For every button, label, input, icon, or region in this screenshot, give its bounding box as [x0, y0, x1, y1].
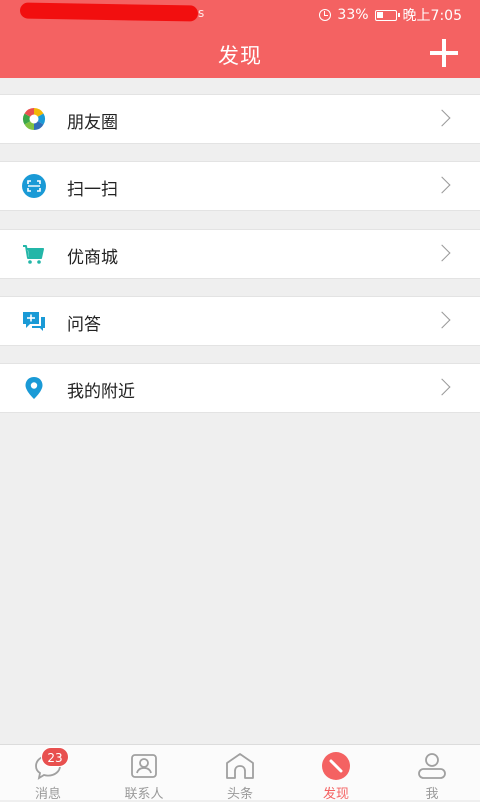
carrier-redaction — [19, 2, 199, 22]
alarm-icon — [319, 9, 332, 21]
scan-icon — [22, 174, 46, 198]
menu-item-label: 扫一扫 — [67, 180, 118, 200]
discover-icon — [322, 752, 350, 780]
chevron-right-icon — [433, 311, 451, 329]
tab-headlines[interactable]: 头条 — [192, 745, 288, 802]
battery-percent: 33% — [337, 7, 369, 23]
unread-badge: 23 — [41, 747, 69, 767]
tab-discover[interactable]: 发现 — [288, 745, 384, 802]
chevron-right-icon — [433, 109, 451, 127]
battery-icon — [374, 9, 400, 21]
menu-item-nearby[interactable]: 我的附近 — [0, 363, 480, 413]
tab-messages[interactable]: 23 消息 — [0, 745, 96, 802]
carrier-name: s — [198, 6, 205, 20]
tab-profile[interactable]: 我 — [384, 745, 480, 802]
add-button[interactable] — [430, 39, 458, 67]
chevron-right-icon — [433, 244, 451, 262]
profile-icon — [418, 753, 446, 779]
bottom-tab-bar: 23 消息 联系人 头条 发现 我 — [0, 744, 480, 802]
tab-contacts[interactable]: 联系人 — [96, 745, 192, 802]
moments-icon — [23, 108, 45, 130]
tab-label: 联系人 — [124, 787, 164, 802]
menu-item-moments[interactable]: 朋友圈 — [0, 94, 480, 144]
tab-label: 消息 — [34, 787, 61, 802]
tab-label: 我 — [425, 787, 439, 802]
menu-item-qa[interactable]: 问答 — [0, 296, 480, 346]
app-header: 发现 — [0, 28, 480, 78]
menu-item-label: 我的附近 — [67, 382, 135, 402]
menu-item-shop[interactable]: 优商城 — [0, 229, 480, 279]
qa-chat-icon — [23, 312, 45, 331]
menu-item-label: 问答 — [67, 315, 101, 335]
page-title: 发现 — [218, 44, 262, 68]
location-pin-icon — [25, 377, 43, 399]
headlines-icon — [226, 753, 254, 779]
status-indicators: 33% 晚上7:05 — [319, 5, 462, 25]
chevron-right-icon — [433, 378, 451, 396]
menu-item-scan[interactable]: 扫一扫 — [0, 161, 480, 211]
status-bar: s 33% 晚上7:05 — [0, 0, 480, 28]
clock: 晚上7:05 — [402, 8, 462, 24]
chevron-right-icon — [433, 176, 451, 194]
cart-icon — [23, 245, 44, 264]
menu-item-label: 优商城 — [67, 248, 118, 268]
tab-label: 头条 — [226, 787, 253, 802]
menu-item-label: 朋友圈 — [67, 113, 118, 133]
contacts-icon — [131, 754, 157, 778]
tab-label: 发现 — [322, 787, 349, 802]
